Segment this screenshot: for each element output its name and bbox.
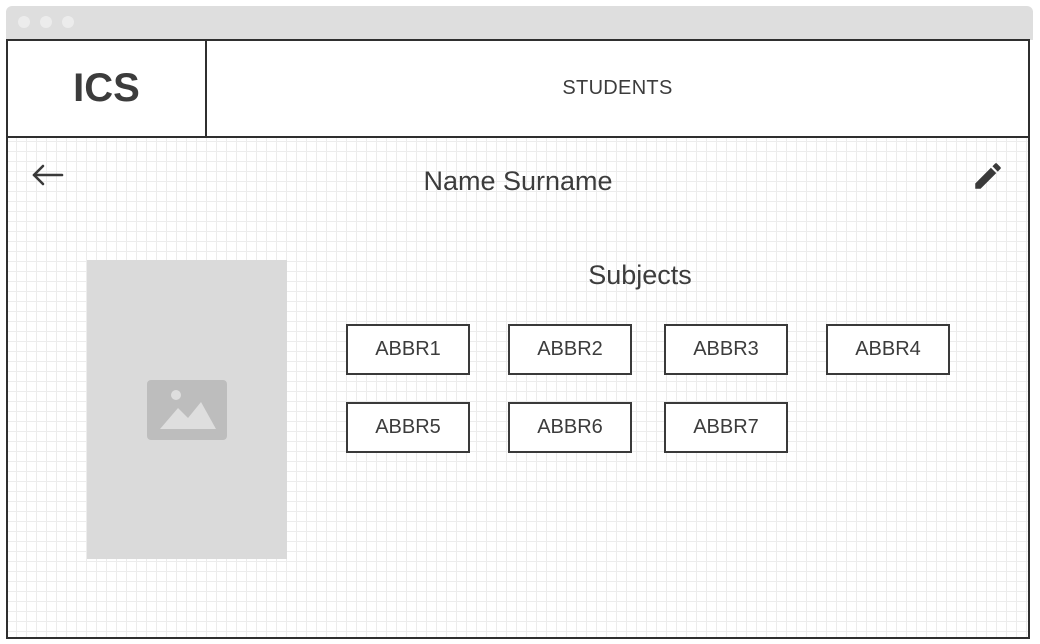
image-placeholder-icon <box>147 379 227 440</box>
window-control-dot <box>18 16 30 28</box>
edit-button[interactable] <box>965 156 1011 196</box>
nav-students[interactable]: STUDENTS <box>207 41 1028 136</box>
app-frame: ICS STUDENTS Name Surname Subjects ABBR1… <box>6 39 1030 639</box>
window-control-dot <box>62 16 74 28</box>
app-logo: ICS <box>73 66 140 110</box>
subject-chip[interactable]: ABBR4 <box>826 324 950 375</box>
subject-chip[interactable]: ABBR6 <box>508 402 632 453</box>
subject-chip[interactable]: ABBR7 <box>664 402 788 453</box>
subjects-heading: Subjects <box>588 260 692 290</box>
student-detail-panel: Name Surname Subjects ABBR1 ABBR2 ABBR3 … <box>8 138 1028 637</box>
pencil-icon <box>975 163 1001 189</box>
subject-chip[interactable]: ABBR5 <box>346 402 470 453</box>
subject-chip[interactable]: ABBR1 <box>346 324 470 375</box>
student-photo-placeholder <box>87 260 287 559</box>
window-titlebar <box>6 6 1033 40</box>
page-title: Name Surname <box>423 166 613 196</box>
window-control-dot <box>40 16 52 28</box>
subject-chip[interactable]: ABBR3 <box>664 324 788 375</box>
subject-chip[interactable]: ABBR2 <box>508 324 632 375</box>
logo-cell[interactable]: ICS <box>8 41 207 136</box>
nav-students-label[interactable]: STUDENTS <box>562 77 672 100</box>
top-navigation-bar: ICS STUDENTS <box>8 41 1028 138</box>
